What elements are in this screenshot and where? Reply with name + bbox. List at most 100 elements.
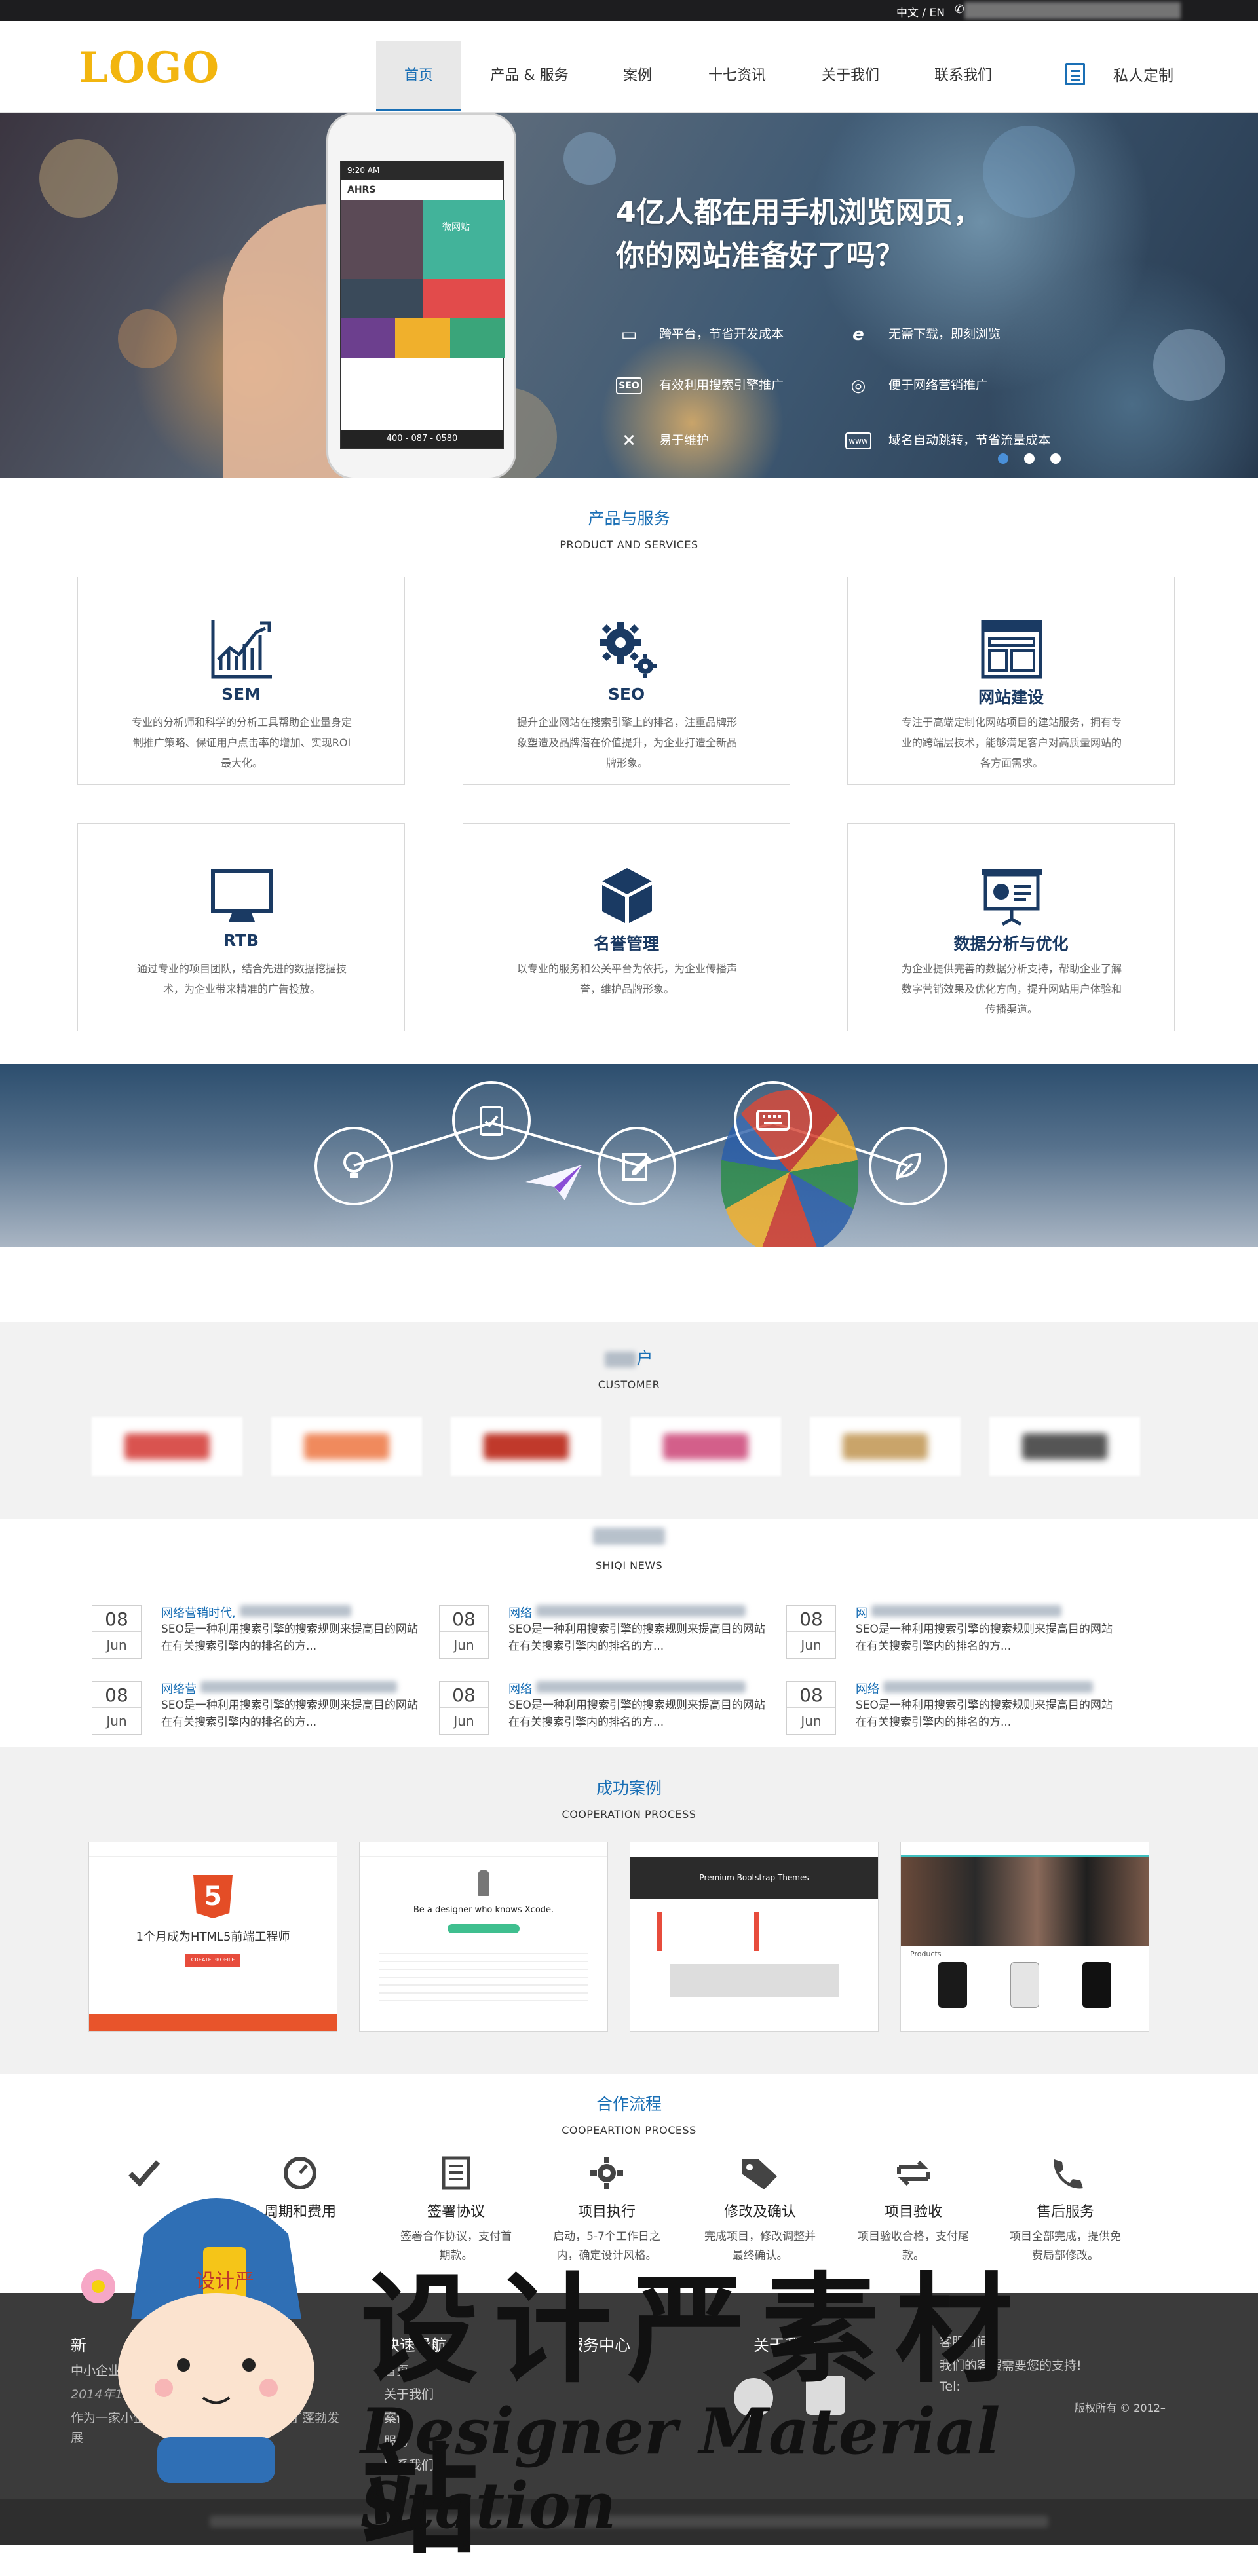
- service-name: RTB: [223, 931, 259, 950]
- news-title[interactable]: 网络: [856, 1680, 1093, 1697]
- footer-bottom-bar: [0, 2499, 1258, 2545]
- language-switch[interactable]: 中文 / EN: [896, 3, 945, 20]
- wrench-icon: ✕: [622, 430, 636, 451]
- nav-home[interactable]: 首页: [376, 41, 461, 111]
- process-banner: [0, 1064, 1258, 1247]
- nav-custom[interactable]: 私人定制: [1101, 41, 1186, 111]
- cube-icon: [602, 868, 652, 923]
- case-card[interactable]: Premium Bootstrap Themes: [630, 1842, 879, 2032]
- service-card-analytics[interactable]: 数据分析与优化 为企业提供完善的数据分析支持，帮助企业了解数字营销效果及优化方向…: [847, 823, 1175, 1031]
- customers-subtitle: CUSTOMER: [598, 1378, 660, 1391]
- footer-news-item[interactable]: 中小企业: [71, 2361, 121, 2379]
- phone-tile-a: [341, 279, 423, 318]
- hero-title: 4亿人都在用手机浏览网页， 你的网站准备好了吗？: [616, 191, 982, 278]
- news-title[interactable]: 网络: [508, 1604, 746, 1621]
- case-card[interactable]: Products: [900, 1842, 1149, 2032]
- customer-logo[interactable]: [989, 1417, 1140, 1476]
- footer-contact-text: 客服时间: [940, 2335, 990, 2349]
- presentation-icon: [982, 869, 1042, 926]
- news-title[interactable]: 网络: [508, 1680, 746, 1697]
- footer-link[interactable]: 服务: [384, 2432, 409, 2450]
- phone-tile-c: [341, 318, 395, 358]
- service-desc: 通过专业的项目团队，结合先进的数据挖掘技术，为企业带来精准的广告投放。: [136, 962, 347, 995]
- news-title[interactable]: 网: [856, 1604, 1061, 1621]
- case-card[interactable]: 5 1个月成为HTML5前端工程师 CREATE PROFILE: [88, 1842, 337, 2032]
- customers-section: 户 CUSTOMER: [0, 1322, 1258, 1519]
- service-card-seo[interactable]: SEO 提升企业网站在搜索引擎上的排名，注重品牌形象塑造及品牌潜在价值提升，为企…: [463, 577, 790, 785]
- social-icon[interactable]: [734, 2378, 773, 2417]
- cases-section: 成功案例 COOPERATION PROCESS 5 1个月成为HTML5前端工…: [0, 1747, 1258, 2074]
- slide-dot-2[interactable]: [1024, 453, 1035, 464]
- news-title[interactable]: 网络营: [161, 1680, 397, 1697]
- news-item[interactable]: 08 Jun 网络营销时代, SEO是一种利用搜索引擎的搜索规则来提高目的网站在有…: [92, 1605, 432, 1671]
- service-card-website[interactable]: 网站建设 专注于高端定制化网站项目的建站服务，拥有专业的跨端层技术，能够满足客户…: [847, 577, 1175, 785]
- seo-icon: SEO: [616, 377, 642, 394]
- service-name: 名誉管理: [593, 934, 659, 953]
- process-subtitle: COOPEARTION PROCESS: [562, 2124, 696, 2136]
- logo[interactable]: LOGO: [79, 43, 219, 92]
- news-subtitle: SHIQI NEWS: [595, 1559, 663, 1572]
- html5-logo: 5: [193, 1875, 233, 1918]
- cases-title: 成功案例: [596, 1779, 662, 1798]
- customer-logo[interactable]: [810, 1417, 961, 1476]
- footer-link[interactable]: 首页: [384, 2361, 409, 2379]
- footer-link[interactable]: 联系我们: [384, 2455, 434, 2473]
- footer-service-title: 服务中心: [567, 2336, 630, 2355]
- service-card-rtb[interactable]: RTB 通过专业的项目团队，结合先进的数据挖掘技术，为企业带来精准的广告投放。: [77, 823, 405, 1031]
- news-item[interactable]: 08 Jun 网络 SEO是一种利用搜索引擎的搜索规则来提高目的网站在有关搜索引擎…: [786, 1681, 1127, 1747]
- copyright: 版权所有 © 2012–: [1075, 2402, 1166, 2414]
- news-title[interactable]: 网络营销时代,: [161, 1604, 351, 1621]
- customer-logo[interactable]: [630, 1417, 781, 1476]
- customer-logo[interactable]: [451, 1417, 601, 1476]
- lightbulb-icon: [314, 1127, 393, 1205]
- blurred-text: [605, 1352, 637, 1367]
- news-item[interactable]: 08 Jun 网络 SEO是一种利用搜索引擎的搜索规则来提高目的网站在有关搜索引擎…: [439, 1681, 780, 1747]
- hero-feature: ✕ 易于维护: [616, 427, 709, 453]
- services-title: 产品与服务: [588, 509, 670, 528]
- services-subtitle: PRODUCT AND SERVICES: [560, 539, 698, 551]
- phone-tile-b: [423, 279, 505, 318]
- custom-order-icon: [1065, 63, 1085, 85]
- slide-dot-3[interactable]: [1050, 453, 1061, 464]
- nav-cases[interactable]: 案例: [601, 41, 674, 111]
- service-card-reputation[interactable]: 名誉管理 以专业的服务和公关平台为依托，为企业传播声誉，维护品牌形象。: [463, 823, 790, 1031]
- process-step: [85, 2155, 203, 2200]
- site-header: LOGO 首页 产品 & 服务 案例 十七资讯 关于我们 联系我们 私人定制: [0, 21, 1258, 113]
- case-headline: Be a designer who knows Xcode.: [413, 1905, 554, 1915]
- news-date: 08 Jun: [92, 1605, 142, 1659]
- hero-feature: SEO 有效利用搜索引擎推广: [616, 372, 784, 398]
- customer-logo[interactable]: [92, 1417, 242, 1476]
- case-button: CREATE PROFILE: [185, 1954, 240, 1967]
- news-item[interactable]: 08 Jun 网 SEO是一种利用搜索引擎的搜索规则来提高目的网站在有关搜索引擎内…: [786, 1605, 1127, 1671]
- case-headline: Premium Bootstrap Themes: [630, 1857, 878, 1899]
- qr-icon[interactable]: [806, 2376, 845, 2415]
- hero-feature: ◎ 便于网络营销推广: [845, 372, 988, 398]
- footer-link[interactable]: 案例: [384, 2408, 409, 2426]
- nav-about[interactable]: 关于我们: [805, 41, 896, 111]
- nav-contact[interactable]: 联系我们: [917, 41, 1009, 111]
- ie-icon: e: [852, 324, 864, 345]
- news-item[interactable]: 08 Jun 网络营 SEO是一种利用搜索引擎的搜索规则来提高目的网站在有关搜索引…: [92, 1681, 432, 1747]
- footer-contact-tail: 我们的客服需要您的支持!: [940, 2358, 1082, 2373]
- news-item[interactable]: 08 Jun 网络 SEO是一种利用搜索引擎的搜索规则来提高目的网站在有关搜索引擎…: [439, 1605, 780, 1671]
- process-step: 项目执行 启动，5-7个工作日之内，确定设计风格。: [548, 2155, 666, 2265]
- process-step: 签署协议 签署合作协议，支付首期款。: [397, 2155, 515, 2265]
- news-date: 08 Jun: [786, 1605, 836, 1659]
- footer-news-desc: 作为一家小企业， ... 到来，小企业得到了蓬勃发展: [71, 2411, 340, 2445]
- leaf-icon: [869, 1127, 947, 1205]
- hero-title-line-2: 你的网站准备好了吗？: [616, 239, 904, 273]
- chart-icon: [211, 620, 272, 679]
- customer-logo[interactable]: [271, 1417, 422, 1476]
- service-desc: 为企业提供完善的数据分析支持，帮助企业了解数字营销效果及优化方向，提升网站用户体…: [901, 962, 1122, 1015]
- check-icon: [128, 2160, 161, 2187]
- footer-link[interactable]: 关于我们: [384, 2385, 434, 2402]
- service-card-sem[interactable]: SEM 专业的分析师和科学的分析工具帮助企业量身定制推广策略、保证用户点击率的增…: [77, 577, 405, 785]
- case-card[interactable]: Be a designer who knows Xcode.: [359, 1842, 608, 2032]
- service-desc: 提升企业网站在搜索引擎上的排名，注重品牌形象塑造及品牌潜在价值提升，为企业打造全…: [516, 716, 737, 769]
- service-desc: 以专业的服务和公关平台为依托，为企业传播声誉，维护品牌形象。: [516, 962, 737, 995]
- news-date: 08 Jun: [439, 1605, 489, 1659]
- nav-news[interactable]: 十七资讯: [695, 41, 780, 111]
- slide-dot-1[interactable]: [998, 453, 1008, 464]
- footer-news-date: 2014年12月: [71, 2387, 143, 2402]
- nav-products[interactable]: 产品 & 服务: [477, 41, 582, 111]
